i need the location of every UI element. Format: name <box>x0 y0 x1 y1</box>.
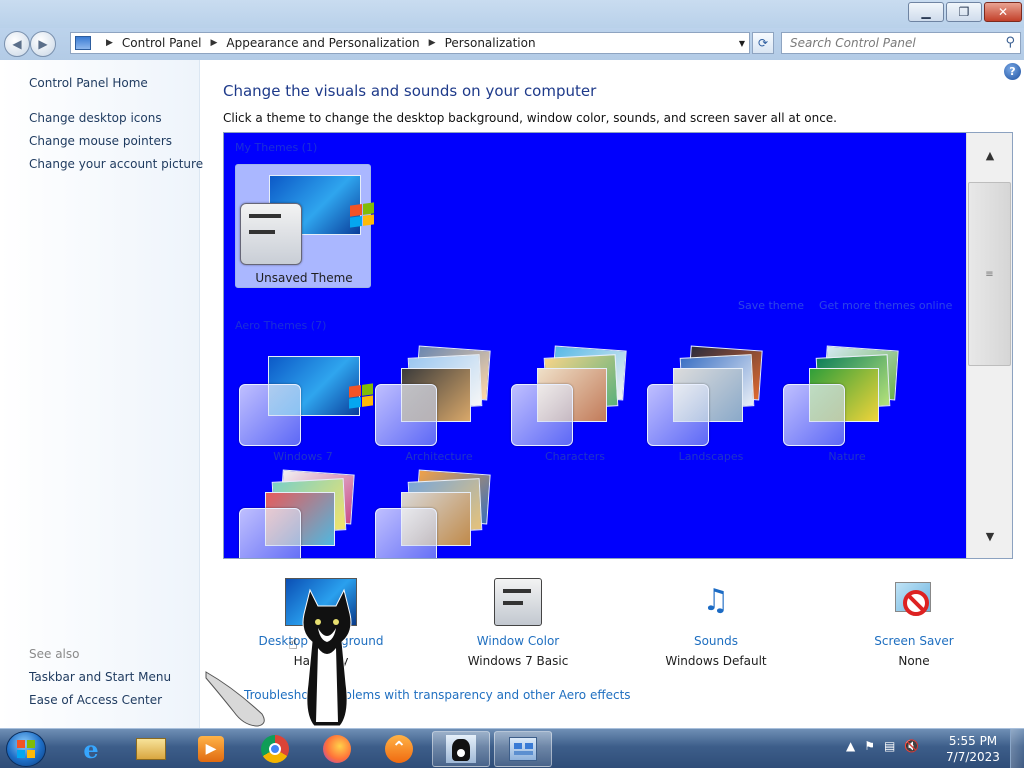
search-placeholder: Search Control Panel <box>790 36 916 50</box>
control-panel-home-link[interactable]: Control Panel Home <box>29 76 148 90</box>
search-icon[interactable]: ⚲ <box>1005 35 1015 50</box>
window-color-value: Windows 7 Basic <box>467 654 569 668</box>
cat-mascot-image <box>302 588 352 727</box>
control-panel-icon <box>75 36 91 50</box>
screen-saver-link[interactable]: Screen Saver <box>839 634 989 648</box>
window-color-swatch <box>239 384 301 446</box>
page-title: Change the visuals and sounds on your co… <box>223 82 597 100</box>
address-row: ◀ ▶ ▶ Control Panel ▶ Appearance and Per… <box>0 28 1024 60</box>
firefox-icon[interactable] <box>308 731 366 767</box>
theme-name: Windows 7 <box>273 450 333 463</box>
app-icon[interactable]: ⌃ <box>370 731 428 767</box>
hand-cursor-icon: ☝ <box>288 634 298 653</box>
forward-button[interactable]: ▶ <box>30 31 56 57</box>
window-color-swatch <box>647 384 709 446</box>
window-color-swatch <box>511 384 573 446</box>
aero-themes-label: Aero Themes (7) <box>235 319 327 332</box>
theme-nature[interactable]: Nature <box>779 345 915 470</box>
refresh-button[interactable]: ⟳ <box>752 32 774 54</box>
start-button[interactable] <box>6 731 46 767</box>
clock[interactable]: 5:55 PM 7/7/2023 <box>946 733 1000 765</box>
save-theme-link[interactable]: Save theme <box>738 299 804 312</box>
taskbar: e ▶ ⌃ ▲ ⚑ ▤ 🔇 5:55 PM 7/7/2023 <box>0 728 1024 768</box>
system-tray: ▲ ⚑ ▤ 🔇 <box>846 739 919 753</box>
help-icon[interactable]: ? <box>1004 63 1021 80</box>
address-bar[interactable]: ▶ Control Panel ▶ Appearance and Persona… <box>70 32 750 54</box>
change-desktop-icons-link[interactable]: Change desktop icons <box>29 111 162 125</box>
screen-saver-setting[interactable]: Screen Saver None <box>839 578 989 668</box>
back-button[interactable]: ◀ <box>4 31 30 57</box>
clock-time: 5:55 PM <box>948 734 998 748</box>
window-color-link[interactable]: Window Color <box>443 634 593 648</box>
media-player-icon[interactable]: ▶ <box>182 731 240 767</box>
control-panel-icon[interactable] <box>494 731 552 767</box>
breadcrumb-control-panel[interactable]: Control Panel <box>122 36 202 50</box>
screen-saver-icon <box>891 578 937 626</box>
search-input[interactable]: Search Control Panel ⚲ <box>781 32 1021 54</box>
scroll-down-icon[interactable]: ▼ <box>967 514 1013 558</box>
vertical-scrollbar[interactable]: ▲ ≡ ▼ <box>966 133 1012 558</box>
window-color-swatch <box>783 384 845 446</box>
window-color-swatch <box>240 203 302 265</box>
change-mouse-pointers-link[interactable]: Change mouse pointers <box>29 134 172 148</box>
internet-explorer-icon[interactable]: e <box>62 731 120 767</box>
left-pane: Control Panel Home Change desktop icons … <box>0 60 203 728</box>
taskbar-start-menu-link[interactable]: Taskbar and Start Menu <box>29 670 171 684</box>
theme-unsaved[interactable]: Unsaved Theme <box>235 164 374 288</box>
theme-aero-7[interactable] <box>371 469 507 558</box>
ease-of-access-link[interactable]: Ease of Access Center <box>29 693 162 707</box>
change-account-picture-link[interactable]: Change your account picture <box>29 157 203 171</box>
sounds-link[interactable]: Sounds <box>641 634 791 648</box>
sounds-value: Windows Default <box>665 654 767 668</box>
screen-saver-value: None <box>898 654 930 668</box>
show-hidden-icons-icon[interactable]: ▲ <box>846 739 855 753</box>
scroll-thumb[interactable]: ≡ <box>968 182 1011 366</box>
window-color-setting[interactable]: Window Color Windows 7 Basic <box>443 578 593 668</box>
see-also-label: See also <box>29 647 80 661</box>
minimize-button[interactable]: ▁ <box>908 2 944 22</box>
scroll-up-icon[interactable]: ▲ <box>967 133 1013 177</box>
breadcrumb-appearance[interactable]: Appearance and Personalization <box>226 36 419 50</box>
theme-name: Characters <box>544 450 606 463</box>
address-dropdown-icon[interactable]: ▼ <box>739 39 745 48</box>
show-desktop-button[interactable] <box>1010 729 1024 768</box>
theme-name: Architecture <box>405 450 473 463</box>
breadcrumb-personalization[interactable]: Personalization <box>445 36 536 50</box>
page-description: Click a theme to change the desktop back… <box>223 111 837 125</box>
theme-architecture[interactable]: Architecture <box>371 345 507 470</box>
file-explorer-icon[interactable] <box>122 731 180 767</box>
network-icon[interactable]: ▤ <box>884 739 895 753</box>
theme-characters[interactable]: Characters <box>507 345 643 470</box>
action-center-flag-icon[interactable]: ⚑ <box>864 739 875 753</box>
window-color-swatch <box>375 384 437 446</box>
theme-name: Landscapes <box>678 450 744 463</box>
window-color-swatch <box>375 508 437 558</box>
clock-date: 7/7/2023 <box>946 750 1000 764</box>
theme-landscapes[interactable]: Landscapes <box>643 345 779 470</box>
chevron-right-icon: ▶ <box>210 38 218 48</box>
restore-button[interactable]: ❐ <box>946 2 982 22</box>
windows-logo-icon <box>17 740 35 758</box>
get-more-themes-link[interactable]: Get more themes online <box>819 299 952 312</box>
theme-list: My Themes (1) Unsaved Theme Save theme G… <box>223 132 1013 559</box>
theme-name: Nature <box>828 450 866 463</box>
window-color-swatch <box>239 508 301 558</box>
volume-muted-icon[interactable]: 🔇 <box>904 739 919 753</box>
sounds-setting[interactable]: ♫ Sounds Windows Default <box>641 578 791 668</box>
close-button[interactable]: ✕ <box>984 2 1022 22</box>
chrome-icon[interactable] <box>246 731 304 767</box>
window-color-icon <box>494 578 542 626</box>
chevron-right-icon: ▶ <box>106 38 113 48</box>
theme-aero-6[interactable] <box>235 469 371 558</box>
cat-paw-image <box>205 671 265 727</box>
theme-windows-7[interactable]: Windows 7 <box>235 346 373 470</box>
my-themes-label: My Themes (1) <box>235 141 318 154</box>
cat-app-icon[interactable] <box>432 731 490 767</box>
theme-area: My Themes (1) Unsaved Theme Save theme G… <box>224 133 966 558</box>
window-controls: ▁ ❐ ✕ <box>908 2 1022 22</box>
theme-name: Unsaved Theme <box>255 271 353 285</box>
chevron-right-icon: ▶ <box>428 38 436 48</box>
sounds-icon: ♫ <box>702 583 730 618</box>
title-bar: ▁ ❐ ✕ <box>0 0 1024 28</box>
